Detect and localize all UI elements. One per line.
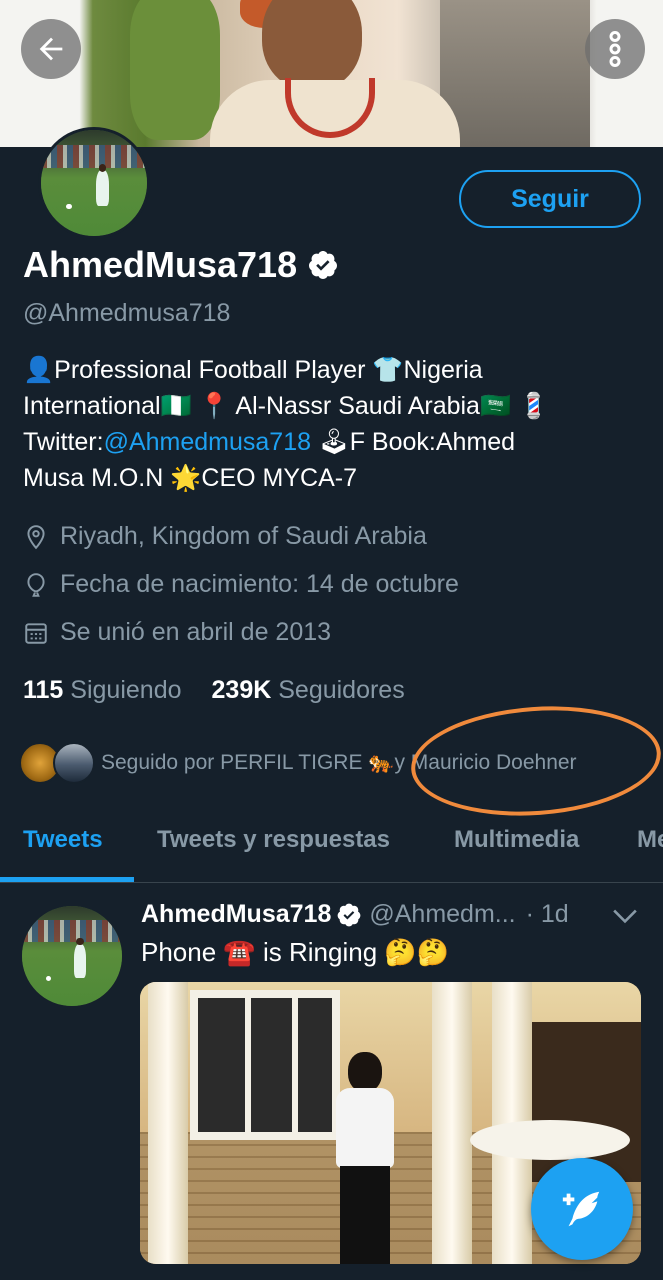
joystick-emoji-icon: 🕹: [317, 428, 350, 456]
saudi-flag-icon: 🇸🇦: [479, 392, 512, 420]
barber-pole-icon: 💈: [518, 392, 550, 420]
tiger-emoji-icon: 🐅: [368, 751, 395, 774]
profile-joined: Se unió en abril de 2013: [23, 618, 331, 647]
profile-avatar[interactable]: [38, 127, 150, 239]
verified-badge-icon: [309, 251, 338, 279]
thinking-face-emoji-icon: 🤔🤔: [384, 937, 450, 967]
tweet-header: AhmedMusa718 @Ahmedm... · 1d: [141, 900, 569, 929]
profile-location: Riyadh, Kingdom of Saudi Arabia: [23, 522, 427, 551]
tab-media[interactable]: Multimedia: [454, 826, 579, 854]
sun-emoji-icon: 🌟: [170, 464, 202, 492]
compose-tweet-button[interactable]: [531, 1158, 633, 1260]
tab-tweets[interactable]: Tweets: [23, 826, 103, 854]
profile-handle: @Ahmedmusa718: [23, 299, 231, 327]
compose-tweet-icon: [562, 1191, 600, 1227]
more-options-button[interactable]: [585, 19, 645, 79]
annotation-circle: [407, 698, 663, 824]
person-emoji-icon: 👤: [23, 356, 55, 384]
profile-birthday: Fecha de nacimiento: 14 de octubre: [23, 570, 459, 599]
tab-tweets-and-replies[interactable]: Tweets y respuestas: [157, 826, 390, 854]
nigeria-flag-icon: 🇳🇬: [160, 392, 192, 420]
profile-banner[interactable]: [0, 0, 663, 147]
tweet-author-name[interactable]: AhmedMusa718: [141, 900, 331, 929]
shirt-emoji-icon: 👕: [372, 356, 404, 384]
tweet-timestamp: · 1d: [525, 900, 569, 928]
profile-bio: 👤Professional Football Player 👕Nigeria I…: [23, 356, 550, 492]
telephone-emoji-icon: ☎️: [223, 937, 256, 967]
following-count-link[interactable]: 115 Siguiendo: [23, 676, 182, 705]
tweet-text: Phone ☎️ is Ringing 🤔🤔: [141, 937, 450, 967]
active-tab-indicator: [0, 877, 134, 882]
pin-emoji-icon: 📍: [198, 392, 230, 420]
back-button[interactable]: [21, 19, 81, 79]
balloon-icon: [27, 572, 45, 597]
tab-likes[interactable]: Me: [637, 826, 663, 854]
tweet-avatar[interactable]: [22, 906, 122, 1006]
profile-tabs: Tweets Tweets y respuestas Multimedia Me: [0, 810, 663, 883]
calendar-icon: [25, 622, 47, 644]
display-name: AhmedMusa718: [23, 244, 298, 285]
follower-avatar: [53, 742, 95, 784]
tweet-author-handle: @Ahmedm...: [369, 900, 516, 928]
back-arrow-icon: [39, 37, 63, 61]
bio-twitter-link[interactable]: @Ahmedmusa718: [104, 428, 311, 456]
follow-button[interactable]: Seguir: [459, 170, 641, 228]
followers-count-link[interactable]: 239K Seguidores: [212, 676, 405, 705]
verified-badge-icon: [337, 903, 361, 926]
more-vertical-icon: [609, 30, 621, 67]
location-pin-icon: [27, 524, 45, 549]
chevron-down-icon[interactable]: [612, 906, 638, 926]
